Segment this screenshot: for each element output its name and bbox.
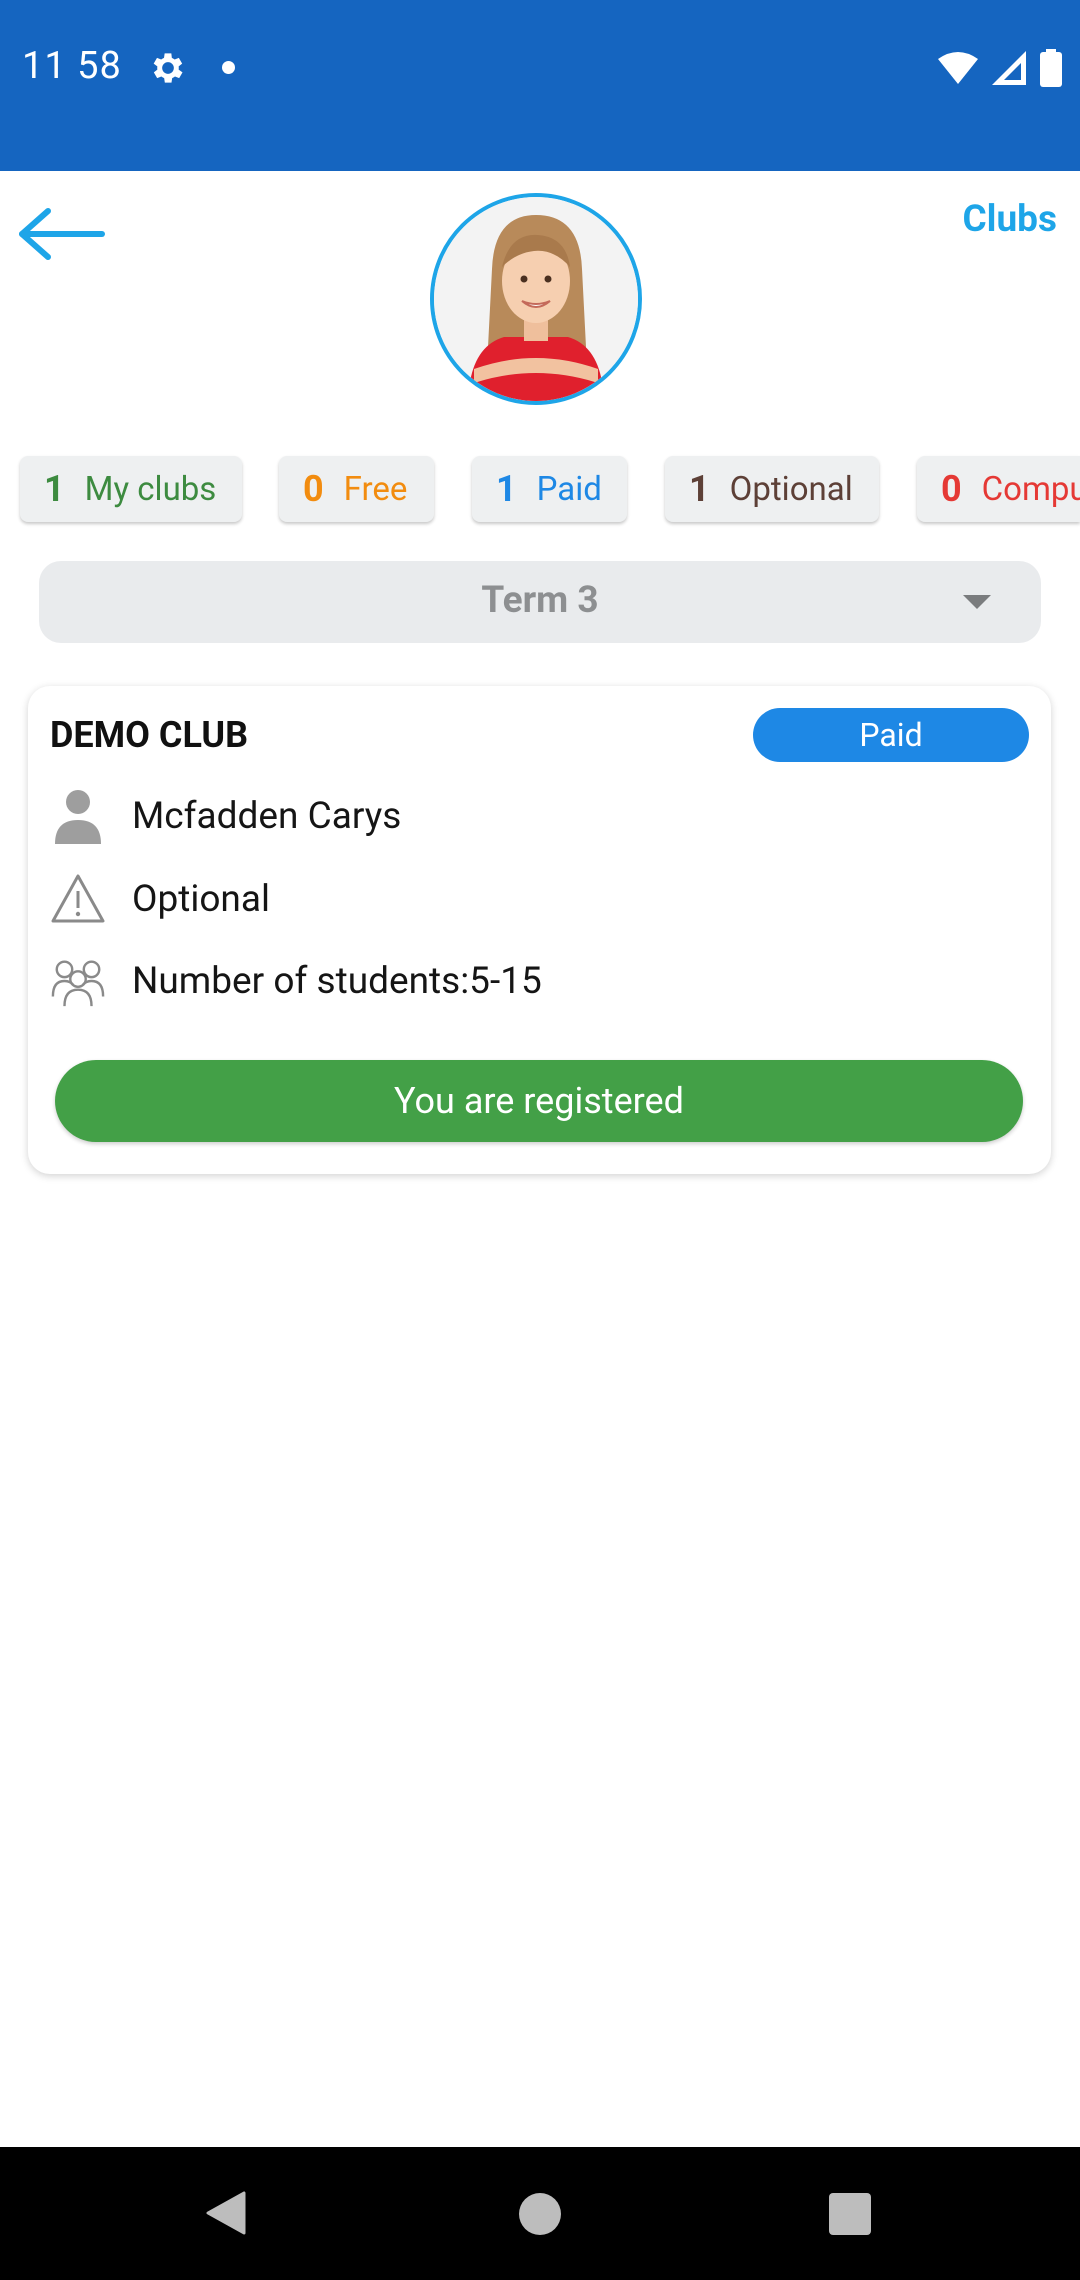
chip-label: Paid [536,469,602,509]
club-type: Optional [132,877,270,921]
chip-label: My clubs [84,469,217,509]
back-button[interactable] [18,205,108,265]
term-select-value: Term 3 [481,579,599,622]
battery-icon [1040,49,1062,87]
filter-chips: 1 My clubs 0 Free 1 Paid 1 Optional 0 Co… [20,456,1080,522]
chip-count: 0 [303,468,324,510]
notification-dot-icon [222,61,235,74]
type-row: Optional [50,869,270,929]
status-icons [938,48,1062,88]
group-icon [50,953,106,1009]
arrow-left-icon [19,208,105,260]
chip-paid[interactable]: 1 Paid [472,456,627,522]
cell-signal-icon [992,51,1026,85]
term-select[interactable]: Term 3 [39,561,1041,643]
chip-free[interactable]: 0 Free [279,456,434,522]
system-nav-bar [0,2147,1080,2280]
chip-count: 1 [496,468,517,510]
warning-icon [50,871,106,927]
gear-icon [153,53,183,83]
chip-my-clubs[interactable]: 1 My clubs [20,456,242,522]
status-bar: 11 58 [0,0,1080,171]
person-icon [50,788,106,844]
avatar-image [434,197,638,401]
chip-count: 1 [44,468,65,510]
avatar[interactable] [430,193,642,405]
nav-back-icon[interactable] [206,2191,246,2235]
chip-label: Compu [981,469,1080,509]
status-time: 11 58 [22,44,122,88]
chip-count: 0 [941,468,962,510]
chip-label: Free [343,469,408,509]
students-count: Number of students:5-15 [132,959,542,1003]
chip-label: Optional [729,469,853,509]
chip-optional[interactable]: 1 Optional [665,456,879,522]
nav-recents-icon[interactable] [829,2193,871,2235]
nav-home-icon[interactable] [519,2193,561,2235]
registered-button[interactable]: You are registered [55,1060,1023,1142]
teacher-name: Mcfadden Carys [132,794,402,838]
wifi-icon [938,52,978,84]
paid-badge: Paid [753,708,1029,762]
club-title: DEMO CLUB [50,714,249,756]
clubs-link[interactable]: Clubs [962,198,1057,241]
club-card[interactable]: DEMO CLUB Paid Mcfadden Carys Optional N… [28,686,1051,1174]
chip-compulsory[interactable]: 0 Compu [917,456,1080,522]
students-row: Number of students:5-15 [50,951,542,1011]
caret-down-icon [963,595,991,609]
chip-count: 1 [689,468,710,510]
teacher-row: Mcfadden Carys [50,786,401,846]
